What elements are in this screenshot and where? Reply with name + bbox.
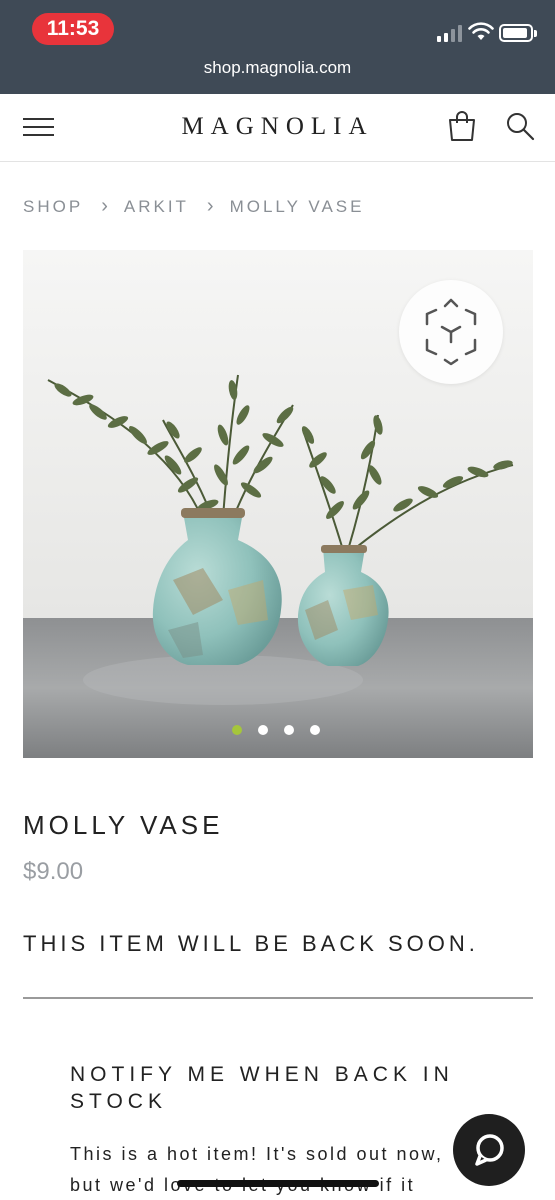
home-indicator[interactable] — [177, 1180, 379, 1187]
carousel-dots — [232, 725, 320, 735]
carousel-dot-4[interactable] — [310, 725, 320, 735]
notify-body: This is a hot item! It's sold out now, b… — [70, 1144, 444, 1195]
chevron-right-icon: › — [206, 195, 214, 217]
url-bar[interactable]: shop.magnolia.com — [0, 58, 555, 78]
hamburger-menu-icon[interactable] — [23, 117, 54, 137]
notify-heading: NOTIFY ME WHEN BACK IN STOCK — [70, 1063, 454, 1113]
carousel-dot-3[interactable] — [284, 725, 294, 735]
carousel-dot-1[interactable] — [232, 725, 242, 735]
ar-cube-icon — [425, 298, 477, 366]
chat-bubble-icon — [475, 1134, 504, 1166]
product-price: $9.00 — [23, 858, 84, 885]
availability-message: THIS ITEM WILL BE BACK SOON. — [23, 931, 479, 956]
browser-chrome: 11:53 shop.magnolia.com — [0, 0, 555, 94]
breadcrumb-shop[interactable]: SHOP — [23, 197, 83, 217]
cellular-signal-icon — [437, 24, 463, 42]
breadcrumb-current: MOLLY VASE — [229, 196, 365, 216]
shopping-bag-icon[interactable] — [446, 110, 478, 142]
breadcrumb-arkit[interactable]: ARKIT — [124, 197, 189, 217]
site-header: MAGNOLIA — [0, 94, 555, 162]
product-title: MOLLY VASE — [23, 810, 224, 840]
divider — [23, 997, 533, 999]
wifi-icon — [468, 22, 494, 40]
breadcrumb: SHOP › ARKIT › MOLLY VASE — [23, 195, 364, 218]
carousel-dot-2[interactable] — [258, 725, 268, 735]
search-icon[interactable] — [505, 111, 535, 141]
view-in-ar-button[interactable] — [399, 280, 503, 384]
chevron-right-icon: › — [101, 195, 108, 217]
chat-button[interactable] — [453, 1114, 525, 1186]
site-logo[interactable]: MAGNOLIA — [150, 113, 405, 141]
status-time: 11:53 — [32, 13, 114, 45]
battery-icon — [499, 24, 537, 42]
